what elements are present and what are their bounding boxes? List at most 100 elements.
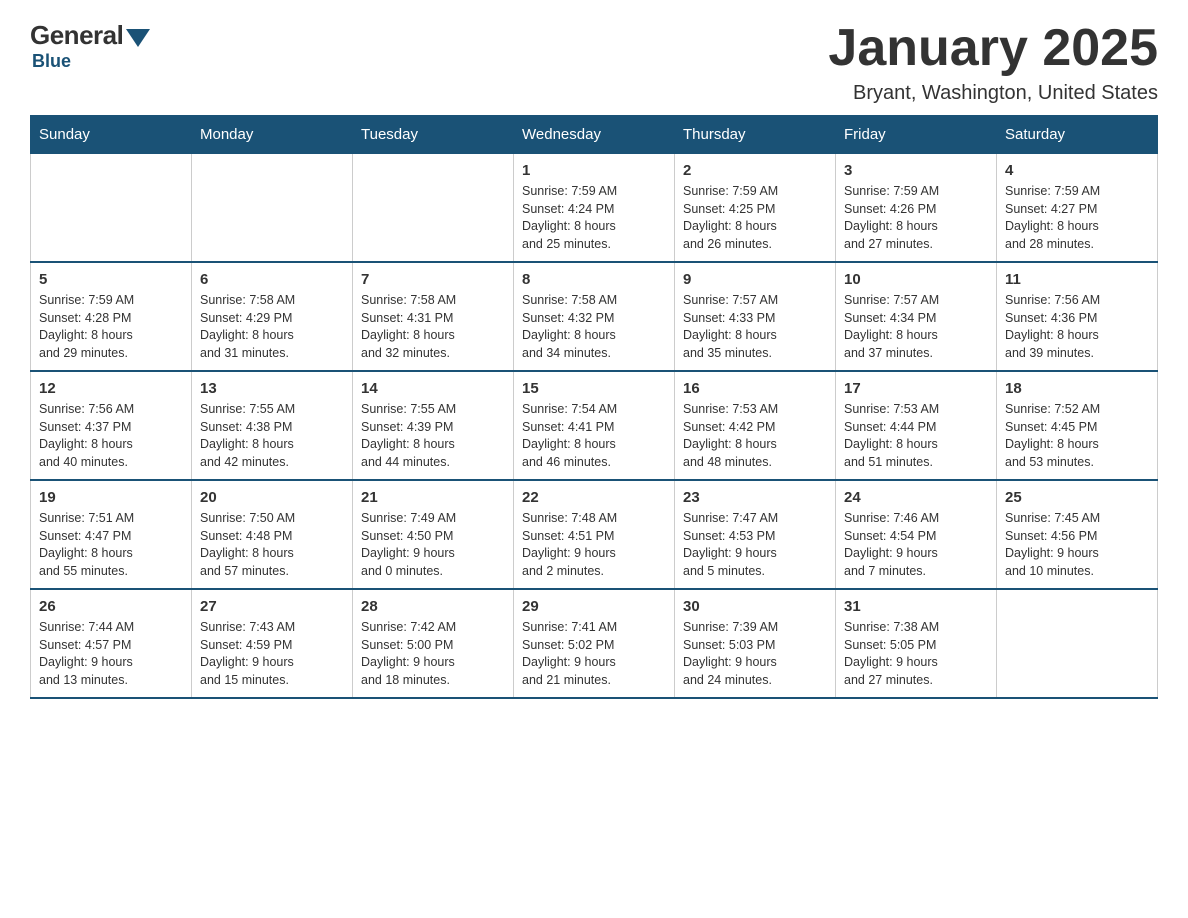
day-info: Sunrise: 7:58 AM Sunset: 4:31 PM Dayligh… [361, 292, 505, 362]
day-info: Sunrise: 7:43 AM Sunset: 4:59 PM Dayligh… [200, 619, 344, 689]
header-day-monday: Monday [192, 116, 353, 154]
calendar-cell-w3d4: 23 Sunrise: 7:47 AM Sunset: 4:53 PM Dayli… [675, 480, 836, 589]
calendar-cell-w3d0: 19Sunrise: 7:51 AM Sunset: 4:47 PM Dayli… [31, 480, 192, 589]
day-info: Sunrise: 7:46 AM Sunset: 4:54 PM Dayligh… [844, 510, 988, 580]
calendar-week-2: 12 Sunrise: 7:56 AM Sunset: 4:37 PM Dayli… [31, 371, 1158, 480]
calendar-cell-w1d3: 8 Sunrise: 7:58 AM Sunset: 4:32 PM Daylig… [514, 262, 675, 371]
day-info: Sunrise: 7:59 AM Sunset: 4:26 PM Dayligh… [844, 183, 988, 253]
calendar-week-3: 19Sunrise: 7:51 AM Sunset: 4:47 PM Dayli… [31, 480, 1158, 589]
calendar-cell-w0d4: 2 Sunrise: 7:59 AM Sunset: 4:25 PM Daylig… [675, 154, 836, 263]
calendar-cell-w0d1 [192, 154, 353, 263]
calendar-cell-w1d5: 10 Sunrise: 7:57 AM Sunset: 4:34 PM Dayli… [836, 262, 997, 371]
logo: General Blue [30, 20, 150, 72]
calendar-week-1: 5 Sunrise: 7:59 AM Sunset: 4:28 PM Daylig… [31, 262, 1158, 371]
day-info: Sunrise: 7:59 AM Sunset: 4:24 PM Dayligh… [522, 183, 666, 253]
calendar-table: SundayMondayTuesdayWednesdayThursdayFrid… [30, 115, 1158, 699]
day-info: Sunrise: 7:49 AM Sunset: 4:50 PM Dayligh… [361, 510, 505, 580]
day-number: 2 [683, 162, 827, 179]
calendar-cell-w1d2: 7 Sunrise: 7:58 AM Sunset: 4:31 PM Daylig… [353, 262, 514, 371]
day-info: Sunrise: 7:45 AM Sunset: 4:56 PM Dayligh… [1005, 510, 1149, 580]
day-info: Sunrise: 7:58 AM Sunset: 4:32 PM Dayligh… [522, 292, 666, 362]
day-number: 8 [522, 271, 666, 288]
calendar-title: January 2025 [828, 20, 1158, 77]
day-info: Sunrise: 7:56 AM Sunset: 4:36 PM Dayligh… [1005, 292, 1149, 362]
day-info: Sunrise: 7:58 AM Sunset: 4:29 PM Dayligh… [200, 292, 344, 362]
calendar-cell-w4d6 [997, 589, 1158, 698]
day-number: 29 [522, 598, 666, 615]
logo-triangle-icon [126, 29, 150, 47]
logo-general-text: General [30, 20, 123, 51]
day-number: 28 [361, 598, 505, 615]
day-number: 5 [39, 271, 183, 288]
header-day-saturday: Saturday [997, 116, 1158, 154]
day-number: 25 [1005, 489, 1149, 506]
calendar-cell-w0d5: 3 Sunrise: 7:59 AM Sunset: 4:26 PM Daylig… [836, 154, 997, 263]
day-number: 31 [844, 598, 988, 615]
calendar-cell-w0d2 [353, 154, 514, 263]
calendar-cell-w2d2: 14 Sunrise: 7:55 AM Sunset: 4:39 PM Dayli… [353, 371, 514, 480]
header-day-tuesday: Tuesday [353, 116, 514, 154]
calendar-cell-w4d4: 30Sunrise: 7:39 AM Sunset: 5:03 PM Dayli… [675, 589, 836, 698]
day-number: 6 [200, 271, 344, 288]
calendar-cell-w1d1: 6 Sunrise: 7:58 AM Sunset: 4:29 PM Daylig… [192, 262, 353, 371]
calendar-cell-w2d4: 16 Sunrise: 7:53 AM Sunset: 4:42 PM Dayli… [675, 371, 836, 480]
day-info: Sunrise: 7:52 AM Sunset: 4:45 PM Dayligh… [1005, 401, 1149, 471]
calendar-subtitle: Bryant, Washington, United States [828, 82, 1158, 105]
calendar-week-4: 26Sunrise: 7:44 AM Sunset: 4:57 PM Dayli… [31, 589, 1158, 698]
calendar-cell-w4d2: 28 Sunrise: 7:42 AM Sunset: 5:00 PM Dayli… [353, 589, 514, 698]
day-info: Sunrise: 7:42 AM Sunset: 5:00 PM Dayligh… [361, 619, 505, 689]
header-day-friday: Friday [836, 116, 997, 154]
day-info: Sunrise: 7:55 AM Sunset: 4:39 PM Dayligh… [361, 401, 505, 471]
day-info: Sunrise: 7:59 AM Sunset: 4:25 PM Dayligh… [683, 183, 827, 253]
calendar-cell-w4d5: 31 Sunrise: 7:38 AM Sunset: 5:05 PM Dayli… [836, 589, 997, 698]
calendar-week-0: 1Sunrise: 7:59 AM Sunset: 4:24 PM Daylig… [31, 154, 1158, 263]
day-number: 14 [361, 380, 505, 397]
day-number: 24 [844, 489, 988, 506]
day-number: 18 [1005, 380, 1149, 397]
calendar-cell-w2d1: 13 Sunrise: 7:55 AM Sunset: 4:38 PM Dayli… [192, 371, 353, 480]
calendar-cell-w4d0: 26Sunrise: 7:44 AM Sunset: 4:57 PM Dayli… [31, 589, 192, 698]
day-number: 12 [39, 380, 183, 397]
day-number: 17 [844, 380, 988, 397]
day-number: 9 [683, 271, 827, 288]
calendar-cell-w1d6: 11Sunrise: 7:56 AM Sunset: 4:36 PM Dayli… [997, 262, 1158, 371]
day-info: Sunrise: 7:54 AM Sunset: 4:41 PM Dayligh… [522, 401, 666, 471]
calendar-cell-w0d3: 1Sunrise: 7:59 AM Sunset: 4:24 PM Daylig… [514, 154, 675, 263]
calendar-cell-w3d2: 21Sunrise: 7:49 AM Sunset: 4:50 PM Dayli… [353, 480, 514, 589]
calendar-cell-w4d3: 29 Sunrise: 7:41 AM Sunset: 5:02 PM Dayli… [514, 589, 675, 698]
day-number: 10 [844, 271, 988, 288]
calendar-cell-w2d0: 12 Sunrise: 7:56 AM Sunset: 4:37 PM Dayli… [31, 371, 192, 480]
header-day-sunday: Sunday [31, 116, 192, 154]
calendar-body: 1Sunrise: 7:59 AM Sunset: 4:24 PM Daylig… [31, 154, 1158, 699]
day-number: 19 [39, 489, 183, 506]
calendar-header: SundayMondayTuesdayWednesdayThursdayFrid… [31, 116, 1158, 154]
day-number: 23 [683, 489, 827, 506]
header-row: SundayMondayTuesdayWednesdayThursdayFrid… [31, 116, 1158, 154]
day-number: 13 [200, 380, 344, 397]
day-info: Sunrise: 7:47 AM Sunset: 4:53 PM Dayligh… [683, 510, 827, 580]
header-day-thursday: Thursday [675, 116, 836, 154]
page-header: General Blue January 2025 Bryant, Washin… [30, 20, 1158, 105]
day-info: Sunrise: 7:53 AM Sunset: 4:44 PM Dayligh… [844, 401, 988, 471]
calendar-cell-w3d3: 22Sunrise: 7:48 AM Sunset: 4:51 PM Dayli… [514, 480, 675, 589]
day-number: 27 [200, 598, 344, 615]
day-number: 7 [361, 271, 505, 288]
day-info: Sunrise: 7:39 AM Sunset: 5:03 PM Dayligh… [683, 619, 827, 689]
day-info: Sunrise: 7:57 AM Sunset: 4:34 PM Dayligh… [844, 292, 988, 362]
day-info: Sunrise: 7:55 AM Sunset: 4:38 PM Dayligh… [200, 401, 344, 471]
day-info: Sunrise: 7:38 AM Sunset: 5:05 PM Dayligh… [844, 619, 988, 689]
day-info: Sunrise: 7:44 AM Sunset: 4:57 PM Dayligh… [39, 619, 183, 689]
day-info: Sunrise: 7:41 AM Sunset: 5:02 PM Dayligh… [522, 619, 666, 689]
day-number: 20 [200, 489, 344, 506]
calendar-cell-w2d3: 15Sunrise: 7:54 AM Sunset: 4:41 PM Dayli… [514, 371, 675, 480]
day-number: 22 [522, 489, 666, 506]
day-info: Sunrise: 7:59 AM Sunset: 4:27 PM Dayligh… [1005, 183, 1149, 253]
day-info: Sunrise: 7:53 AM Sunset: 4:42 PM Dayligh… [683, 401, 827, 471]
calendar-cell-w2d6: 18 Sunrise: 7:52 AM Sunset: 4:45 PM Dayli… [997, 371, 1158, 480]
logo-top: General [30, 20, 150, 51]
day-number: 3 [844, 162, 988, 179]
day-info: Sunrise: 7:59 AM Sunset: 4:28 PM Dayligh… [39, 292, 183, 362]
day-info: Sunrise: 7:56 AM Sunset: 4:37 PM Dayligh… [39, 401, 183, 471]
day-number: 16 [683, 380, 827, 397]
day-number: 4 [1005, 162, 1149, 179]
